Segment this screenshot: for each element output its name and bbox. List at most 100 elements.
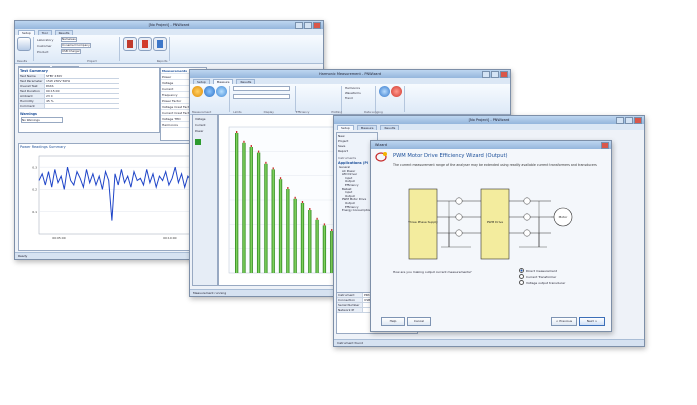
instrument-key: Connection (337, 298, 363, 302)
limits-select[interactable] (233, 86, 290, 91)
summary-key: Ambient Temperature (19, 94, 45, 102)
maximize-button[interactable] (625, 117, 633, 124)
input-meter-icon (455, 213, 463, 221)
tab-measure[interactable]: Measure (356, 125, 378, 130)
summary-key: Comment (19, 104, 45, 108)
snapshot-button[interactable] (379, 86, 390, 97)
title-bar: [No Project] - PNWizard (334, 116, 644, 124)
radio-label: Current Transformer (526, 274, 557, 279)
product-field[interactable]: USB Charger (61, 49, 81, 54)
x-tick-label: 00:05:00 (52, 236, 66, 240)
summary-key: Test Duration (19, 89, 45, 93)
summary-table: Test NameSTBY 230VTest Parameter Range15… (19, 74, 119, 109)
zoom-select[interactable] (233, 94, 290, 99)
y-tick-label: 0.1 (32, 210, 37, 214)
wizard-logo-icon (375, 151, 389, 163)
summary-value: 23 C (45, 94, 119, 98)
option-current[interactable]: Current (195, 123, 215, 127)
option-radio-row[interactable]: Current Transformer (519, 274, 565, 279)
limit-marker (235, 131, 238, 133)
dialog-close-button[interactable] (601, 142, 609, 149)
dialog-heading: PWM Motor Drive Efficiency Wizard (Outpu… (393, 153, 508, 159)
cancel-button[interactable]: Cancel (407, 317, 431, 326)
maximize-button[interactable] (304, 22, 312, 29)
ribbon-group-display (299, 86, 342, 112)
minimize-button[interactable] (295, 22, 303, 29)
limit-marker (294, 196, 296, 199)
harmonic-bar (322, 225, 327, 273)
ribbon-tabs: Setup Measure Results (334, 124, 644, 130)
help-button[interactable]: Help (381, 317, 405, 326)
circuit-diagram: Three Phase Supply PWM Drive Motor (407, 188, 573, 260)
ribbon-group-project: Laboratory Nameless Customer Unnamed Compa… (37, 37, 120, 61)
instrument-key: Network IP (337, 308, 363, 312)
nav-new[interactable]: New (338, 134, 376, 138)
next-button[interactable]: Next > (579, 317, 605, 326)
option-waveforms[interactable]: Waveforms (345, 91, 361, 95)
minimize-button[interactable] (482, 71, 490, 78)
ribbon-group-measurement (192, 86, 230, 112)
dialog-controls (601, 142, 609, 149)
input-meter-icon (455, 229, 463, 237)
harmonic-bar (315, 219, 319, 273)
drive-block (480, 188, 510, 260)
option-voltage[interactable]: Voltage (195, 117, 215, 121)
warnings-field: No Warnings (21, 117, 63, 123)
dialog-body-text: The current measurement range of the ana… (393, 163, 597, 167)
close-button[interactable] (313, 22, 321, 29)
supply-label: Three Phase Supply (407, 220, 438, 224)
motor-label: Motor (559, 215, 568, 219)
window-title: [No Project] - PNWizard (468, 118, 510, 122)
summary-key: Test Name (19, 74, 45, 78)
title-bar: Harmonic Measurement - PNWizard (190, 70, 510, 78)
report-icon[interactable] (123, 37, 137, 51)
record-button[interactable] (391, 86, 402, 97)
ribbon-group-data-logging (379, 86, 405, 112)
instrument-key: Serial Number (337, 303, 363, 307)
radio-button[interactable] (519, 274, 524, 279)
minimize-button[interactable] (616, 117, 624, 124)
tab-results[interactable]: Results (380, 125, 400, 130)
input-meter-icon (455, 197, 463, 205)
options-sidebar: Voltage Current Power (192, 114, 218, 286)
summary-row: Comment (19, 104, 119, 109)
summary-key: Test Parameter Range (19, 79, 45, 87)
previous-button[interactable]: < Previous (551, 317, 577, 326)
laboratory-field[interactable]: Nameless (61, 37, 77, 42)
pdf-report-icon[interactable] (138, 37, 152, 51)
y-tick-label: 0.2 (32, 188, 37, 192)
limit-marker (272, 167, 274, 170)
ribbon-group-limits (233, 86, 296, 112)
harmonic-bar (286, 189, 290, 273)
dialog-button-row: Help Cancel < Previous Next > (371, 317, 611, 327)
option-power[interactable]: Power (195, 129, 215, 133)
radio-button[interactable] (519, 280, 524, 285)
customer-field[interactable]: Unnamed Company (61, 43, 91, 48)
option-radio-row[interactable]: Direct measurement (519, 268, 565, 273)
reset-button[interactable] (204, 86, 215, 97)
radio-label: Direct measurement (526, 268, 557, 273)
new-test-button[interactable] (17, 37, 31, 51)
option-radio-row[interactable]: Voltage output transducer (519, 280, 565, 285)
tab-setup[interactable]: Setup (337, 125, 354, 130)
dialog-title: Wizard (375, 143, 387, 147)
option-harmonics[interactable]: Harmonics (345, 86, 360, 90)
harmonic-bar (235, 133, 239, 273)
ribbon-group-reports (123, 37, 170, 61)
product-label: Product (37, 49, 49, 54)
measurement-options: Direct measurement Current Transformer Vol… (519, 268, 565, 286)
close-button[interactable] (500, 71, 508, 78)
stop-button[interactable] (192, 86, 203, 97)
ribbon: Harmonics Waveforms Trend Measurement Li… (190, 84, 510, 115)
limit-marker (243, 140, 245, 143)
supply-block (408, 188, 438, 260)
customer-label: Customer (37, 43, 52, 48)
maximize-button[interactable] (491, 71, 499, 78)
radio-button[interactable] (519, 268, 524, 273)
export-icon[interactable] (153, 37, 167, 51)
close-button[interactable] (634, 117, 642, 124)
option-trend[interactable]: Trend (345, 96, 353, 100)
harmonic-bar (242, 142, 246, 273)
setup-button[interactable] (216, 86, 227, 97)
summary-key: Overall Test Status (19, 84, 45, 92)
